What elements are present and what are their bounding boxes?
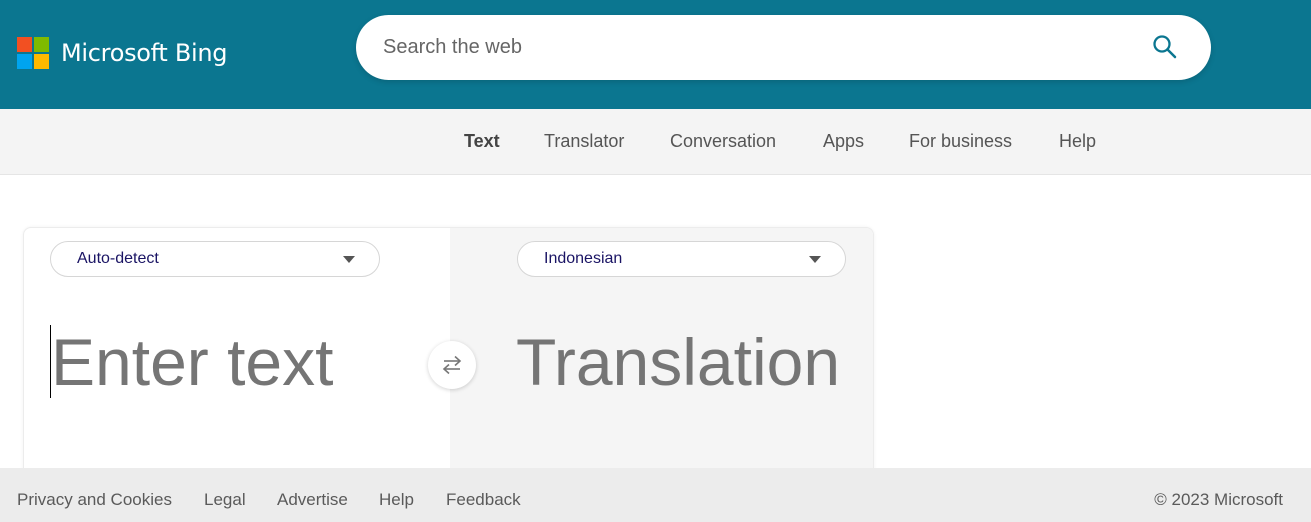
footer-link-feedback[interactable]: Feedback	[446, 490, 521, 510]
target-language-select[interactable]: Indonesian	[517, 241, 846, 277]
target-language-label: Indonesian	[544, 250, 623, 267]
footer-link-help[interactable]: Help	[379, 490, 414, 510]
microsoft-logo-icon	[17, 37, 49, 69]
translation-output: Translation	[516, 325, 841, 399]
source-language-label: Auto-detect	[77, 250, 159, 267]
footer-link-privacy[interactable]: Privacy and Cookies	[17, 490, 172, 510]
nav-tab-for-business[interactable]: For business	[909, 131, 1012, 152]
source-language-select[interactable]: Auto-detect	[50, 241, 380, 277]
translator-nav: Text Translator Conversation Apps For bu…	[0, 109, 1311, 175]
chevron-down-icon	[809, 256, 821, 263]
nav-tab-conversation[interactable]: Conversation	[670, 131, 776, 152]
brand-name: Microsoft Bing	[61, 39, 228, 67]
footer-link-advertise[interactable]: Advertise	[277, 490, 348, 510]
search-box	[356, 15, 1211, 80]
footer: Privacy and Cookies Legal Advertise Help…	[0, 468, 1311, 522]
header: Microsoft Bing	[0, 0, 1311, 109]
source-text-input[interactable]: Enter text	[51, 324, 333, 400]
bing-logo[interactable]: Microsoft Bing	[17, 37, 228, 69]
copyright: © 2023 Microsoft	[1154, 490, 1283, 509]
swap-languages-button[interactable]	[428, 341, 476, 389]
nav-tab-text[interactable]: Text	[464, 131, 500, 152]
translator-card: Auto-detect Indonesian Enter text Transl…	[23, 227, 874, 472]
nav-tab-apps[interactable]: Apps	[823, 131, 864, 152]
nav-tab-translator[interactable]: Translator	[544, 131, 624, 152]
footer-link-legal[interactable]: Legal	[204, 490, 246, 510]
search-icon[interactable]	[1151, 33, 1179, 61]
nav-tab-help[interactable]: Help	[1059, 131, 1096, 152]
text-cursor	[50, 325, 51, 398]
swap-arrows-icon	[442, 355, 462, 375]
search-input[interactable]	[383, 15, 1123, 80]
chevron-down-icon	[343, 256, 355, 263]
